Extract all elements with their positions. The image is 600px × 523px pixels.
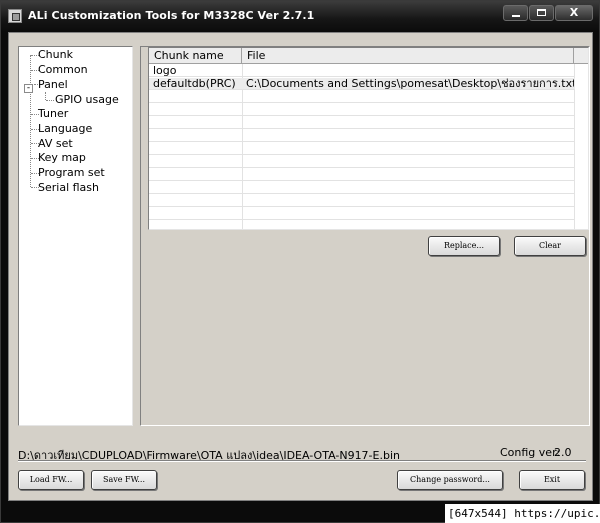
exit-button[interactable]: Exit	[519, 470, 585, 490]
tree-item-serial-flash[interactable]: Serial flash	[38, 181, 99, 195]
settings-tree[interactable]: Chunk Common - Panel GPIO usage Tuner La…	[18, 46, 133, 426]
tree-connector	[30, 55, 31, 187]
empty-row	[149, 143, 575, 155]
column-header-file[interactable]: File	[242, 48, 574, 64]
empty-row	[149, 182, 575, 194]
replace-button[interactable]: Replace...	[428, 236, 500, 256]
tree-item-chunk[interactable]: Chunk	[38, 48, 73, 62]
app-window: ALi Customization Tools for M3328C Ver 2…	[0, 0, 600, 523]
close-button[interactable]: X	[555, 5, 593, 21]
change-password-button[interactable]: Change password...	[397, 470, 503, 490]
image-size-watermark: [647x544] https://upic.me/	[445, 504, 600, 523]
tree-item-panel[interactable]: Panel	[38, 78, 68, 92]
tree-connector	[45, 92, 46, 100]
table-row[interactable]: defaultdb(PRC) C:\Documents and Settings…	[149, 78, 575, 90]
empty-row	[149, 117, 575, 129]
empty-row	[149, 104, 575, 116]
app-icon[interactable]	[8, 9, 22, 23]
close-icon: X	[569, 6, 579, 19]
save-fw-button[interactable]: Save FW...	[91, 470, 157, 490]
collapse-icon[interactable]: -	[24, 84, 33, 93]
column-header-filler	[574, 48, 588, 64]
cell-file	[246, 65, 574, 77]
title-bar[interactable]: ALi Customization Tools for M3328C Ver 2…	[1, 1, 599, 31]
client-area: Chunk Common - Panel GPIO usage Tuner La…	[8, 32, 593, 501]
tree-item-program-set[interactable]: Program set	[38, 166, 105, 180]
tree-item-gpio-usage[interactable]: GPIO usage	[55, 93, 119, 107]
maximize-button[interactable]	[529, 5, 554, 21]
maximize-icon	[537, 9, 546, 16]
table-row[interactable]: logo	[149, 65, 575, 77]
empty-row	[149, 169, 575, 181]
empty-row	[149, 156, 575, 168]
config-version-value: 2.0	[554, 446, 572, 459]
tree-item-language[interactable]: Language	[38, 122, 92, 136]
separator	[18, 460, 586, 462]
empty-row	[149, 208, 575, 220]
chunk-list[interactable]: Chunk name File logo defaultdb(PRC) C:\D…	[148, 47, 589, 230]
window-title: ALi Customization Tools for M3328C Ver 2…	[28, 9, 315, 22]
tree-item-key-map[interactable]: Key map	[38, 151, 86, 165]
empty-row	[149, 130, 575, 142]
empty-row	[149, 91, 575, 103]
tree-item-common[interactable]: Common	[38, 63, 88, 77]
minimize-button[interactable]	[503, 5, 528, 21]
tree-connector	[46, 100, 54, 101]
clear-button[interactable]: Clear	[514, 236, 586, 256]
cell-file: C:\Documents and Settings\pomesat\Deskto…	[246, 78, 574, 90]
cell-chunk-name: logo	[153, 65, 177, 77]
minimize-icon	[511, 15, 520, 17]
tree-item-av-set[interactable]: AV set	[38, 137, 73, 151]
cell-chunk-name: defaultdb(PRC)	[153, 78, 236, 90]
list-header: Chunk name File	[149, 48, 588, 64]
column-header-chunk-name[interactable]: Chunk name	[149, 48, 242, 64]
config-version-label: Config ver:	[500, 446, 561, 459]
empty-row	[149, 195, 575, 207]
load-fw-button[interactable]: Load FW...	[18, 470, 84, 490]
chunk-panel: Chunk name File logo defaultdb(PRC) C:\D…	[140, 46, 590, 426]
tree-item-tuner[interactable]: Tuner	[38, 107, 68, 121]
